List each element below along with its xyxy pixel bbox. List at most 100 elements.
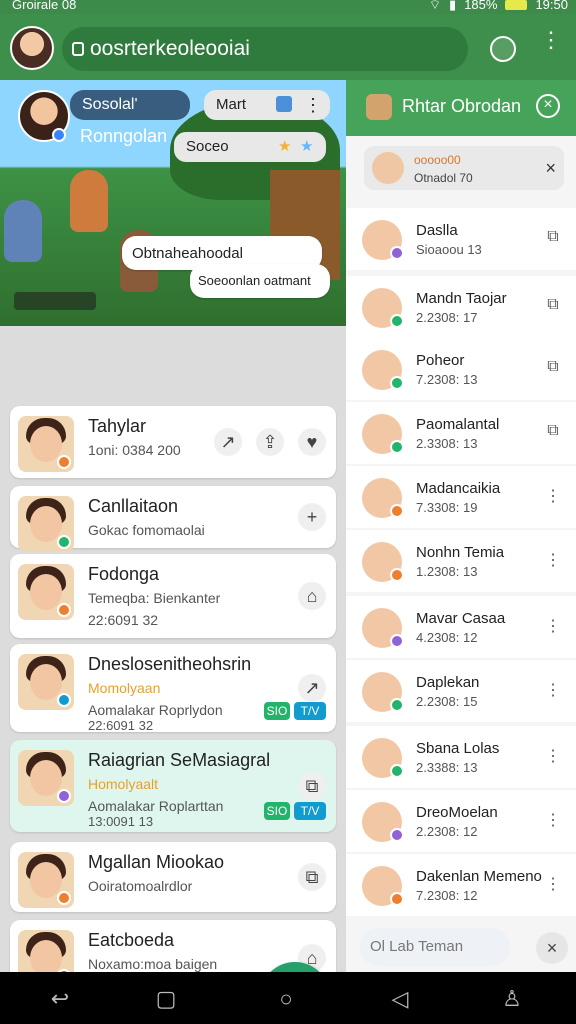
card-avatar bbox=[18, 750, 74, 806]
star-icon: ★ bbox=[278, 138, 292, 155]
contact-subtext: 4.2308: 12 bbox=[416, 630, 478, 645]
card-action-icon[interactable]: ↗ bbox=[298, 674, 326, 702]
tag-pill[interactable]: SIO bbox=[264, 802, 290, 820]
notification-line-2: Otnadol 70 bbox=[414, 171, 473, 185]
recent-icon[interactable]: ▢ bbox=[154, 986, 178, 1011]
card-line-1: Ooiratomoalrdlor bbox=[88, 878, 193, 894]
contact-action-icon[interactable]: ⧉ bbox=[544, 296, 562, 314]
feed-card[interactable]: Raiagrian SeMasiagral Homolyaalt Aomalakar… bbox=[10, 740, 336, 832]
feed-card[interactable]: Fodonga Temeqba: Bienkanter 22:6091 32 ⌂ bbox=[10, 554, 336, 638]
card-line-1: Momolyaan bbox=[88, 680, 161, 696]
contact-row[interactable]: DreoMoelan 2.2308: 12 ⋮ bbox=[346, 790, 576, 852]
tag-pill[interactable]: T/V bbox=[294, 702, 326, 720]
face-shape bbox=[30, 940, 62, 972]
verified-badge-icon bbox=[52, 128, 66, 142]
side-panel: Rhtar Obrodan × ooooo00 Otnadol 70 × Das… bbox=[346, 80, 576, 972]
url-field[interactable]: oosrterkeoleooiai bbox=[62, 27, 468, 71]
profile-avatar[interactable] bbox=[10, 26, 54, 70]
status-bar: Groirale 08 ⌔ ▮ 185% 19:50 bbox=[0, 0, 576, 14]
card-title: Fodonga bbox=[88, 564, 160, 584]
battery-icon bbox=[505, 0, 528, 10]
card-action-icon[interactable]: ⧉ bbox=[298, 772, 326, 800]
contact-action-icon[interactable]: ⧉ bbox=[544, 358, 562, 376]
compass-icon[interactable] bbox=[490, 36, 516, 62]
tag-pill[interactable]: SIO bbox=[264, 702, 290, 720]
contact-action-icon[interactable]: ⋮ bbox=[544, 746, 562, 765]
character-cowboy bbox=[4, 200, 42, 262]
contact-row[interactable]: Mavar Casaa 4.2308: 12 ⋮ bbox=[346, 596, 576, 658]
system-nav-bar: ↩ ▢ ○ ◁ ♙ bbox=[0, 972, 576, 1024]
contact-name: Paomalantal bbox=[416, 416, 500, 433]
contact-action-icon[interactable]: ⋮ bbox=[544, 616, 562, 635]
dismiss-icon[interactable]: × bbox=[545, 158, 556, 179]
contact-action-icon[interactable]: ⧉ bbox=[544, 228, 562, 246]
contact-subtext: 7.3308: 19 bbox=[416, 500, 478, 515]
more-icon[interactable]: ⋮ bbox=[304, 90, 322, 120]
status-badge bbox=[57, 535, 71, 549]
character-fox bbox=[70, 170, 108, 232]
tag-pill[interactable]: T/V bbox=[294, 802, 326, 820]
contact-action-icon[interactable]: ⋮ bbox=[544, 680, 562, 699]
card-action-icon[interactable]: ⇪ bbox=[256, 428, 284, 456]
triangle-icon[interactable]: ◁ bbox=[388, 986, 412, 1011]
back-icon[interactable]: ↩ bbox=[48, 986, 72, 1011]
notification-card[interactable]: ooooo00 Otnadol 70 × bbox=[364, 146, 564, 190]
contact-row[interactable]: Daplekan 2.2308: 15 ⋮ bbox=[346, 660, 576, 722]
contact-subtext: 2.3308: 13 bbox=[416, 436, 478, 451]
feed-card[interactable]: Mgallan Miookao Ooiratomoalrdlor ⧉ bbox=[10, 842, 336, 912]
speech-bubble-2: Soeoonlan oatmant bbox=[190, 264, 330, 298]
clear-icon[interactable]: × bbox=[536, 932, 568, 964]
search-input[interactable]: Ol Lab Teman bbox=[360, 928, 510, 966]
card-action-icon[interactable]: ⧉ bbox=[298, 863, 326, 891]
card-line-1: Temeqba: Bienkanter bbox=[88, 590, 221, 606]
hero-star-chip[interactable]: Soceo ★ ★ bbox=[174, 132, 326, 162]
contact-subtext: Sioaoou 13 bbox=[416, 242, 482, 257]
face-shape bbox=[30, 426, 62, 462]
contact-action-icon[interactable]: ⋮ bbox=[544, 550, 562, 569]
close-icon[interactable]: × bbox=[536, 94, 560, 118]
contact-action-icon[interactable]: ⋮ bbox=[544, 810, 562, 829]
home-icon[interactable]: ○ bbox=[274, 986, 298, 1011]
status-badge bbox=[57, 789, 71, 803]
contact-row[interactable]: Nonhn Temia 1.2308: 13 ⋮ bbox=[346, 530, 576, 592]
card-avatar bbox=[18, 654, 74, 710]
hero-mart-chip[interactable]: Mart ⋮ bbox=[204, 90, 330, 120]
contact-row[interactable]: Poheor 7.2308: 13 ⧉ bbox=[346, 338, 576, 400]
contact-row[interactable]: Madancaikia 7.3308: 19 ⋮ bbox=[346, 466, 576, 528]
card-action-icon[interactable]: ♥ bbox=[298, 428, 326, 456]
card-line-1: Homolyaalt bbox=[88, 776, 159, 792]
status-dot bbox=[390, 698, 404, 712]
contact-row[interactable]: Mandn Taojar 2.2308: 17 ⧉ bbox=[346, 276, 576, 338]
more-options-icon[interactable]: ⋮ bbox=[540, 29, 562, 64]
card-action-icon[interactable]: + bbox=[298, 503, 326, 531]
side-panel-title: Rhtar Obrodan bbox=[402, 96, 522, 116]
card-title: Dneslosenitheohsrin bbox=[88, 654, 252, 674]
notification-line-1: ooooo00 bbox=[414, 153, 461, 167]
status-dot bbox=[390, 246, 404, 260]
feed-card[interactable]: Tahylar 1oni: 0384 200 ♥ ⇪ ↗ bbox=[10, 406, 336, 478]
status-badge bbox=[57, 455, 71, 469]
card-title: Tahylar bbox=[88, 416, 147, 436]
status-right: ⌔ ▮ 185% 19:50 bbox=[429, 0, 568, 12]
card-action-icon[interactable]: ⌂ bbox=[298, 582, 326, 610]
contact-name: Daslla bbox=[416, 222, 458, 239]
speech-bubble-1-text: Obtnaheahoodal bbox=[132, 245, 243, 262]
contact-row[interactable]: Daslla Sioaoou 13 ⧉ bbox=[346, 208, 576, 270]
lock-icon bbox=[72, 42, 84, 56]
contact-action-icon[interactable]: ⧉ bbox=[544, 422, 562, 440]
feed-card[interactable]: Canllaitaon Gokac fomomaolai + bbox=[10, 486, 336, 552]
hero-banner: Sosolal' Ronngolan Mart ⋮ Soceo ★ ★ Obtn… bbox=[0, 80, 346, 326]
contact-name: Daplekan bbox=[416, 674, 480, 691]
side-panel-header: Rhtar Obrodan × bbox=[346, 80, 576, 136]
hero-title-chip: Sosolal' bbox=[70, 90, 190, 120]
contact-row[interactable]: Dakenlan Memeno 7.2308: 12 ⋮ bbox=[346, 854, 576, 916]
status-dot bbox=[390, 568, 404, 582]
person-icon[interactable]: ♙ bbox=[500, 986, 524, 1011]
card-action-icon[interactable]: ↗ bbox=[214, 428, 242, 456]
contact-row[interactable]: Paomalantal 2.3308: 13 ⧉ bbox=[346, 402, 576, 464]
contact-row[interactable]: Sbana Lolas 2.3388: 13 ⋮ bbox=[346, 726, 576, 788]
grid-icon bbox=[276, 96, 292, 112]
contact-action-icon[interactable]: ⋮ bbox=[544, 486, 562, 505]
contact-action-icon[interactable]: ⋮ bbox=[544, 874, 562, 893]
feed-card[interactable]: Dneslosenitheohsrin Momolyaan Aomalakar Ro… bbox=[10, 644, 336, 733]
